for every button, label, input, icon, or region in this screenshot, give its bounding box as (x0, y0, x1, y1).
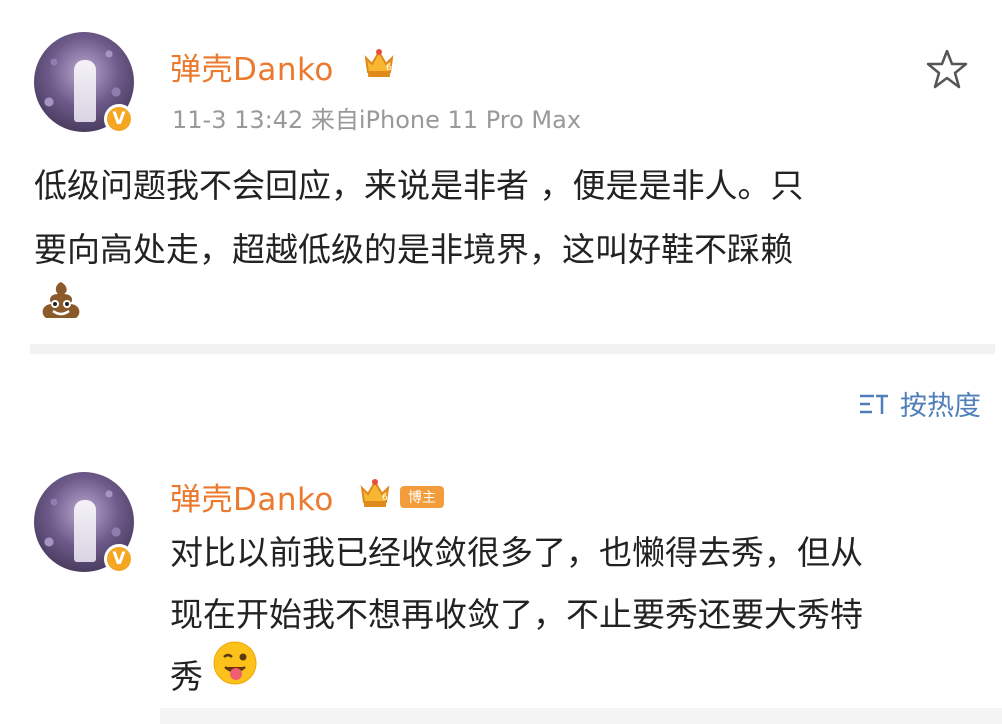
svg-text:6: 6 (386, 63, 392, 73)
divider (160, 708, 1002, 724)
comment-username[interactable]: 弹壳Danko (170, 474, 334, 519)
post-content: 低级问题我不会回应，来说是非者 ，便是是非人。只 要向高处走，超越低级的是非境界… (34, 154, 804, 282)
weibo-post: V 弹壳Danko 6 11-3 13:42 来自iPhone 11 Pro M… (0, 0, 1002, 350)
comment-content-line: 现在开始我不想再收敛了，不止要秀还要大秀特 (170, 595, 863, 634)
host-tag: 博主 (400, 486, 444, 508)
post-content-line: 低级问题我不会回应，来说是非者 ，便是是非人。只 (34, 166, 804, 205)
poop-emoji-icon (42, 282, 80, 318)
post-meta: 11-3 13:42 来自iPhone 11 Pro Max (172, 106, 582, 134)
crown-icon: 6 (360, 479, 390, 507)
divider (30, 344, 995, 354)
verified-badge-icon: V (104, 544, 134, 574)
tongue-wink-emoji-icon (213, 641, 257, 685)
avatar-figure (74, 60, 96, 122)
comment-content: 对比以前我已经收敛很多了，也懒得去秀，但从 现在开始我不想再收敛了，不止要秀还要… (170, 522, 863, 708)
avatar-figure (74, 500, 96, 562)
post-content-line: 要向高处走，超越低级的是非境界，这叫好鞋不踩赖 (34, 230, 793, 269)
comment-content-line: 对比以前我已经收敛很多了，也懒得去秀，但从 (170, 533, 863, 572)
sort-icon (860, 394, 888, 414)
verified-badge-icon: V (104, 104, 134, 134)
svg-text:6: 6 (382, 493, 388, 503)
star-icon[interactable] (926, 48, 968, 90)
crown-icon: 6 (364, 49, 394, 77)
sort-label: 按热度 (900, 391, 981, 422)
post-username[interactable]: 弹壳Danko (170, 44, 334, 89)
sort-by-hot-button[interactable]: 按热度 (858, 384, 981, 423)
comment-content-line: 秀 (170, 657, 203, 696)
